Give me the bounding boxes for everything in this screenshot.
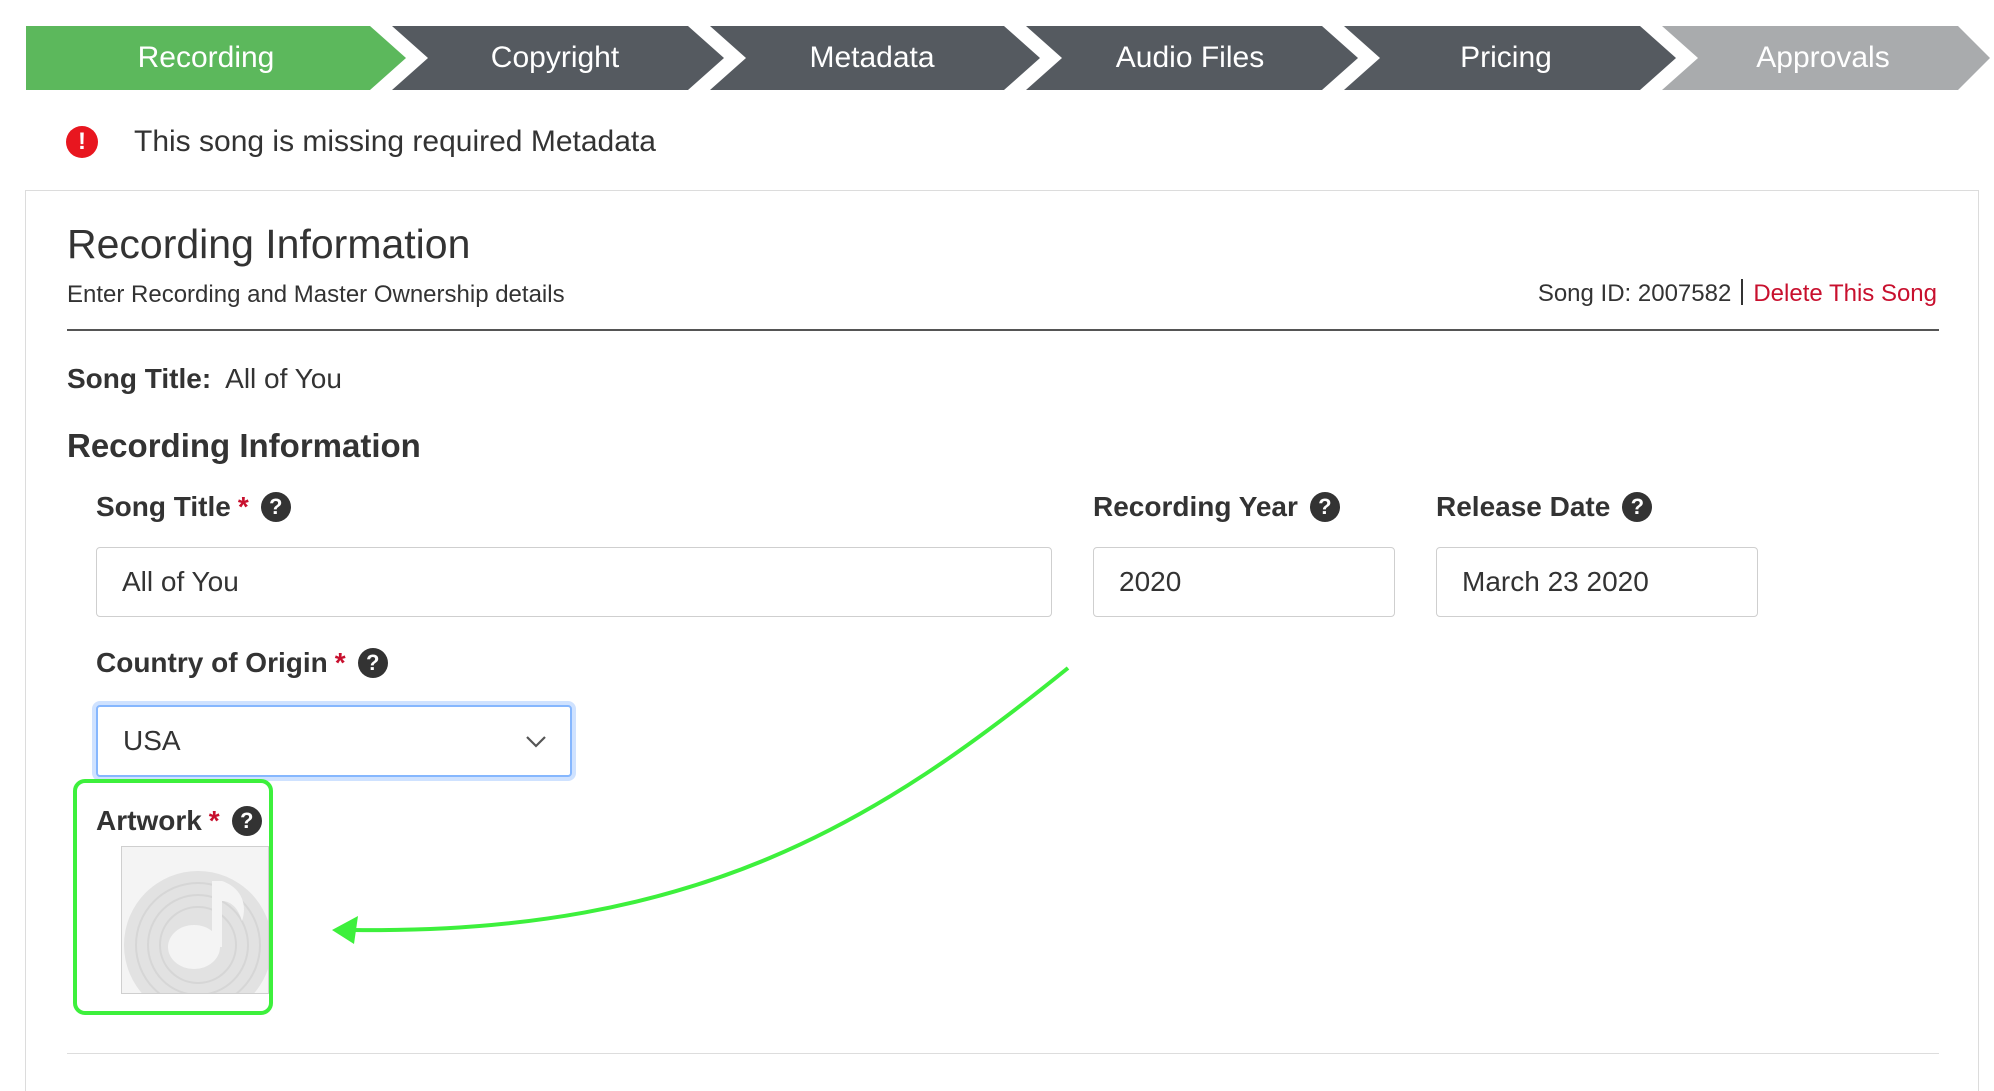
progress-stepper: Recording Copyright Metadata Audio Files… bbox=[0, 0, 1994, 110]
exclamation-circle-icon: ! bbox=[66, 126, 98, 158]
summary-value: All of You bbox=[225, 363, 342, 394]
step-metadata[interactable]: Metadata bbox=[752, 26, 992, 90]
song-id: Song ID: 2007582 bbox=[1537, 280, 1732, 307]
artwork-label-text: Artwork bbox=[96, 805, 202, 836]
chevron-down-icon bbox=[526, 736, 546, 748]
required-marker: * bbox=[334, 647, 346, 678]
release-date-input[interactable] bbox=[1436, 547, 1758, 617]
meta-divider bbox=[1741, 279, 1744, 305]
recording-year-label-text: Recording Year bbox=[1093, 491, 1298, 522]
release-date-label: Release Date ? bbox=[1436, 491, 1653, 523]
step-approvals[interactable]: Approvals bbox=[1703, 26, 1943, 90]
help-icon[interactable]: ? bbox=[260, 492, 291, 522]
help-icon[interactable]: ? bbox=[357, 648, 388, 678]
country-label: Country of Origin * ? bbox=[96, 647, 388, 679]
required-marker: * bbox=[208, 805, 220, 836]
country-select[interactable]: USA bbox=[96, 705, 572, 777]
music-disc-icon bbox=[124, 871, 272, 1019]
delete-song-link[interactable]: Delete This Song bbox=[1753, 280, 1937, 307]
required-marker: * bbox=[237, 491, 249, 522]
recording-year-label: Recording Year ? bbox=[1093, 491, 1340, 523]
section-title: Recording Information bbox=[67, 427, 421, 464]
song-title-label-text: Song Title bbox=[96, 491, 231, 522]
song-title-input[interactable] bbox=[96, 547, 1052, 617]
help-icon[interactable]: ? bbox=[1309, 492, 1340, 522]
page-title: Recording Information bbox=[67, 221, 471, 267]
alert-message: This song is missing required Metadata bbox=[134, 125, 656, 158]
recording-panel: Recording Information Enter Recording an… bbox=[25, 190, 1979, 1091]
step-audio-files[interactable]: Audio Files bbox=[1070, 26, 1310, 90]
artwork-label: Artwork * ? bbox=[96, 805, 262, 837]
release-date-label-text: Release Date bbox=[1436, 491, 1611, 522]
help-icon[interactable]: ? bbox=[231, 806, 262, 836]
missing-metadata-alert: ! This song is missing required Metadata bbox=[66, 120, 656, 164]
song-title-label: Song Title * ? bbox=[96, 491, 291, 523]
country-select-value: USA bbox=[123, 725, 181, 756]
song-title-summary: Song Title: All of You bbox=[67, 363, 342, 395]
help-icon[interactable]: ? bbox=[1622, 492, 1653, 522]
step-copyright[interactable]: Copyright bbox=[435, 26, 675, 90]
header-divider bbox=[67, 329, 1939, 331]
step-recording[interactable]: Recording bbox=[86, 26, 326, 90]
section-divider bbox=[67, 1053, 1939, 1054]
summary-label: Song Title: bbox=[67, 363, 212, 394]
page-subtitle: Enter Recording and Master Ownership det… bbox=[67, 281, 565, 308]
song-meta: Song ID: 2007582 Delete This Song bbox=[1538, 279, 1937, 308]
step-pricing[interactable]: Pricing bbox=[1386, 26, 1626, 90]
country-label-text: Country of Origin bbox=[96, 647, 328, 678]
recording-year-input[interactable] bbox=[1093, 547, 1395, 617]
artwork-upload[interactable] bbox=[121, 846, 272, 1019]
